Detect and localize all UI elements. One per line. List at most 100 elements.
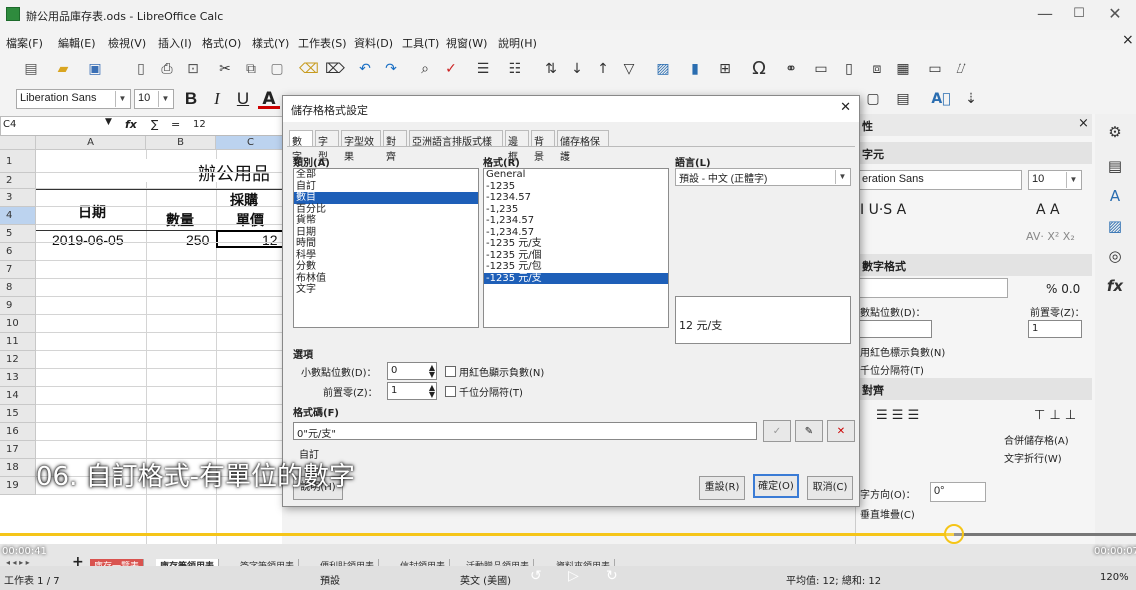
number-format-section[interactable]: 數字格式 <box>856 254 1092 276</box>
equals-icon[interactable]: = <box>171 118 180 131</box>
menu-styles[interactable]: 樣式(Y) <box>252 35 289 51</box>
row-header-13[interactable]: 13 <box>0 369 36 387</box>
chevron-down-icon[interactable]: ▼ <box>1066 172 1080 188</box>
row-header-6[interactable]: 6 <box>0 243 36 261</box>
tab-6[interactable]: 背景 <box>531 130 555 163</box>
menu-view[interactable]: 檢視(V) <box>108 35 146 51</box>
sum-icon[interactable]: ∑ <box>151 118 158 131</box>
category-item[interactable]: 科學 <box>294 250 478 262</box>
edit-comment-button[interactable]: ✎ <box>795 420 823 442</box>
category-item[interactable]: 數目 <box>294 192 478 204</box>
alignment-section[interactable]: 對齊 <box>856 378 1092 400</box>
format-code-input[interactable]: 0"元/支" <box>293 422 757 440</box>
play-icon[interactable]: ▷ <box>568 568 579 584</box>
row-header-12[interactable]: 12 <box>0 351 36 369</box>
print-preview-icon[interactable]: ⊡ <box>182 59 204 79</box>
minimize-button[interactable]: — <box>1030 4 1060 26</box>
show-draw-functions-icon[interactable]: ⌰ <box>950 59 972 79</box>
column-header-c[interactable]: C <box>216 136 282 150</box>
maximize-button[interactable]: ☐ <box>1064 6 1094 28</box>
cut-icon[interactable]: ✂ <box>214 59 236 79</box>
format-item[interactable]: -1,235 <box>484 204 668 216</box>
clone-formatting-icon[interactable]: ⌫ <box>298 59 320 79</box>
delete-format-button[interactable]: ✕ <box>827 420 855 442</box>
italic-button[interactable]: I <box>206 89 228 109</box>
format-item[interactable]: -1,234.57 <box>484 215 668 227</box>
function-wizard-icon[interactable]: fx <box>125 118 137 131</box>
font-size-combo[interactable]: 10 ▼ <box>134 89 174 109</box>
row-header-2[interactable]: 2 <box>0 173 36 189</box>
category-item[interactable]: 百分比 <box>294 204 478 216</box>
category-item[interactable]: 全部 <box>294 169 478 181</box>
format-item[interactable]: -1235 元/包 <box>484 261 668 273</box>
chevron-down-icon[interactable]: ▼ <box>105 117 112 127</box>
bold-button[interactable]: B <box>180 89 202 109</box>
row-icon[interactable]: ☰ <box>472 59 494 79</box>
sidebar-negative-red[interactable]: 用紅色標示負數(N) <box>860 344 945 359</box>
find-replace-icon[interactable]: ⌕ <box>414 59 436 79</box>
column-header-b[interactable]: B <box>146 136 216 150</box>
font-grow-shrink-icon[interactable]: A A <box>1036 202 1060 218</box>
row-header-8[interactable]: 8 <box>0 279 36 297</box>
format-item[interactable]: -1235 元/支 <box>484 272 668 284</box>
paste-icon[interactable]: ▢ <box>266 59 288 79</box>
character-section-header[interactable]: 字元 <box>856 142 1092 164</box>
format-list[interactable]: General -1235 -1234.57 -1,235 -1,234.57 -1,23… <box>483 168 669 328</box>
undo-icon[interactable]: ↶ <box>354 59 376 79</box>
row-header-15[interactable]: 15 <box>0 405 36 423</box>
category-item[interactable]: 布林值 <box>294 273 478 285</box>
sidebar-font-size[interactable]: 10 ▼ <box>1028 170 1082 190</box>
close-icon[interactable]: × <box>1078 116 1089 131</box>
properties-icon[interactable]: ▤ <box>1103 154 1127 178</box>
tab-5[interactable]: 邊框 <box>505 130 529 163</box>
gear-icon[interactable]: ⚙ <box>1103 120 1127 144</box>
sidebar-font-name[interactable]: eration Sans <box>858 170 1022 190</box>
column-header-a[interactable]: A <box>36 136 146 150</box>
autofilter-icon[interactable]: ▽ <box>618 59 640 79</box>
headers-footers-icon[interactable]: ▯ <box>838 59 860 79</box>
spin-arrows-icon[interactable]: ▲ ▼ <box>429 364 435 379</box>
dialog-close-button[interactable]: ✕ <box>840 100 851 115</box>
format-item[interactable]: -1235 元/個 <box>484 250 668 262</box>
cell-a4[interactable]: 2019-06-05 <box>52 232 124 248</box>
spelling-icon[interactable]: ✓ <box>440 59 462 79</box>
align-icons[interactable]: ☰ ☰ ☰ <box>876 408 919 423</box>
define-print-area-icon[interactable]: ⧈ <box>866 59 888 79</box>
decimals-stepper[interactable]: 0 ▲ ▼ <box>387 362 437 380</box>
menu-window[interactable]: 視窗(W) <box>446 35 487 51</box>
category-item[interactable]: 日期 <box>294 227 478 239</box>
format-item[interactable]: -1235 元/支 <box>484 238 668 250</box>
leading-zeros-stepper[interactable]: 1 ▲ ▼ <box>387 382 437 400</box>
tab-7[interactable]: 儲存格保護 <box>557 130 609 163</box>
new-icon[interactable]: ▤ <box>20 59 42 79</box>
row-header-16[interactable]: 16 <box>0 423 36 441</box>
reset-button[interactable]: 重設(R) <box>699 476 745 500</box>
sidebar-thousands[interactable]: 千位分隔符(T) <box>860 362 924 377</box>
sort-icon[interactable]: ⇅ <box>540 59 562 79</box>
copy-icon[interactable]: ⧉ <box>240 59 262 79</box>
underline-button[interactable]: U <box>232 89 254 109</box>
rewind-icon[interactable]: ↺ <box>530 568 542 584</box>
save-icon[interactable]: ▣ <box>84 59 106 79</box>
navigator-icon[interactable]: ◎ <box>1103 244 1127 268</box>
sidebar-decimals-stepper[interactable] <box>858 320 932 338</box>
sort-ascending-icon[interactable]: ↓ <box>566 59 588 79</box>
functions-icon[interactable]: fx <box>1103 274 1127 298</box>
row-header-10[interactable]: 10 <box>0 315 36 333</box>
sidebar-leading-stepper[interactable]: 1 <box>1028 320 1082 338</box>
pivot-table-icon[interactable]: ⊞ <box>714 59 736 79</box>
percent-decimal-icons[interactable]: % 0.0 <box>1046 282 1080 296</box>
category-item[interactable]: 文字 <box>294 284 478 296</box>
tab-4[interactable]: 亞洲語言排版式樣 <box>409 130 503 148</box>
chevron-down-icon[interactable]: ▼ <box>115 91 129 107</box>
row-header-18[interactable]: 18 <box>0 459 36 477</box>
row-header-11[interactable]: 11 <box>0 333 36 351</box>
character-spacing-icon[interactable]: AV· X² X₂ <box>1026 230 1075 243</box>
close-document-icon[interactable]: × <box>1122 32 1134 48</box>
menu-edit[interactable]: 編輯(E) <box>58 35 96 51</box>
category-item[interactable]: 時間 <box>294 238 478 250</box>
row-header-19[interactable]: 19 <box>0 477 36 495</box>
chevron-down-icon[interactable]: ▼ <box>835 170 849 184</box>
tab-3[interactable]: 對齊 <box>383 130 407 163</box>
row-header-9[interactable]: 9 <box>0 297 36 315</box>
